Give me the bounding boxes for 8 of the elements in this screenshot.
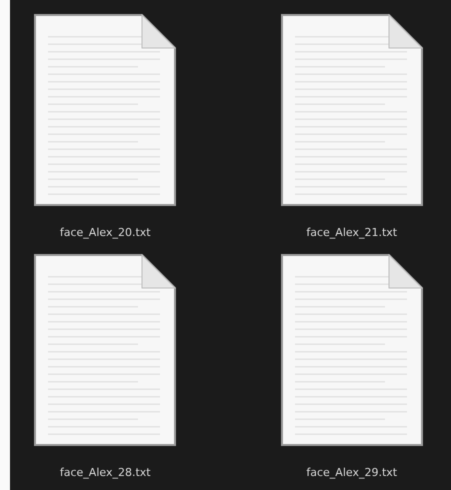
file-name[interactable]: face_Alex_20.txt xyxy=(60,226,151,239)
file-name[interactable]: face_Alex_29.txt xyxy=(306,466,398,479)
text-document-icon xyxy=(280,14,423,206)
file-name[interactable]: face_Alex_28.txt xyxy=(60,466,151,479)
text-document-icon xyxy=(34,14,176,206)
text-document-icon xyxy=(280,254,423,446)
file-name[interactable]: face_Alex_21.txt xyxy=(306,226,398,239)
text-document-icon xyxy=(34,254,176,446)
